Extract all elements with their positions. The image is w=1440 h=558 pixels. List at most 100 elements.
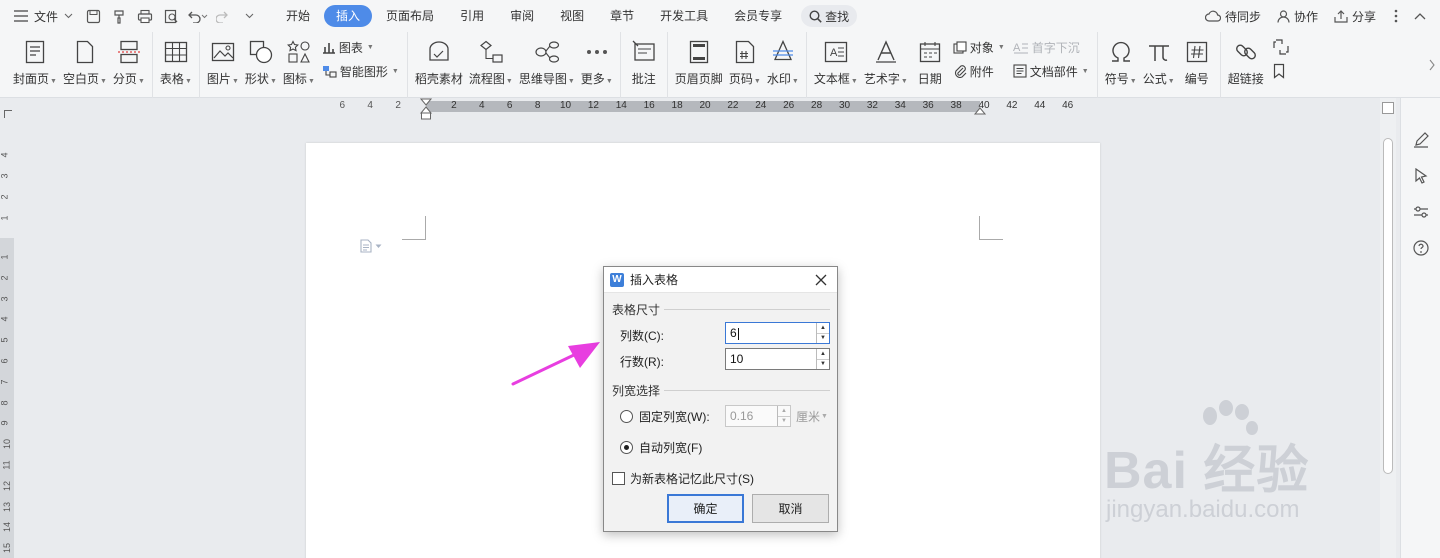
numbering-button[interactable]: 编号: [1178, 32, 1216, 98]
ruler-tick: 12: [587, 100, 599, 111]
tab-4[interactable]: 审阅: [498, 5, 546, 27]
cancel-button[interactable]: 取消: [752, 494, 829, 523]
fixed-width-radio-circle[interactable]: [620, 410, 633, 423]
pointer-icon[interactable]: [1411, 166, 1431, 186]
page-number-button[interactable]: 页码▼: [726, 32, 764, 98]
ruler-tick: 44: [1034, 100, 1046, 111]
tab-1[interactable]: 插入: [324, 5, 373, 27]
bookmark-icon[interactable]: [1273, 62, 1289, 80]
columns-up-arrow[interactable]: ▲: [817, 323, 829, 334]
undo-icon[interactable]: [185, 4, 209, 28]
symbol-button[interactable]: 符号▼: [1102, 32, 1140, 98]
vertical-scrollbar[interactable]: [1380, 98, 1396, 558]
columns-input[interactable]: 6: [726, 326, 816, 340]
header-footer-button[interactable]: 页眉页脚: [672, 32, 726, 98]
date-button[interactable]: 日期: [911, 32, 949, 98]
horizontal-ruler[interactable]: 6 4 2 2 4 6 8 10 12 14 16 18 20 22 24 26 28 30 32 34 36 38 40 4…: [0, 98, 1400, 120]
more-options-icon[interactable]: [1384, 9, 1408, 23]
omega-icon: [1108, 38, 1134, 66]
doc-part-button[interactable]: 文档部件 ▼: [1013, 62, 1089, 80]
print-preview-icon[interactable]: [159, 4, 183, 28]
paragraph-layout-button[interactable]: [360, 239, 382, 253]
picture-button[interactable]: 图片▼: [204, 32, 242, 98]
tab-0[interactable]: 开始: [274, 5, 322, 27]
chevron-down-icon: [375, 244, 382, 248]
file-menu[interactable]: 文件: [0, 0, 81, 32]
smartart-button[interactable]: 智能图形 ▼: [322, 62, 399, 80]
share-button[interactable]: 分享: [1326, 8, 1384, 25]
remember-size-check-box[interactable]: [612, 472, 625, 485]
object-button[interactable]: 对象 ▼: [953, 38, 1005, 56]
scrollbar-top-button[interactable]: [1382, 102, 1394, 114]
close-icon[interactable]: [813, 272, 829, 288]
watermark-button[interactable]: 水印▼: [764, 32, 802, 98]
sync-button[interactable]: 待同步: [1197, 8, 1269, 25]
more-button[interactable]: 更多▼: [578, 32, 616, 98]
ruler-tick: 4: [367, 100, 373, 111]
comment-label: 批注: [631, 72, 656, 86]
fixed-width-label: 固定列宽(W):: [639, 410, 710, 424]
auto-width-radio[interactable]: 自动列宽(F): [620, 439, 702, 456]
sliders-icon[interactable]: [1411, 202, 1431, 222]
formula-label: 公式: [1142, 72, 1167, 86]
pen-icon[interactable]: [1411, 130, 1431, 150]
remember-size-checkbox[interactable]: 为新表格记忆此尺寸(S): [612, 470, 754, 487]
tab-6[interactable]: 章节: [598, 5, 646, 27]
symbol-label: 符号: [1104, 72, 1129, 86]
hyperlink-button[interactable]: 超链接: [1225, 32, 1267, 98]
customize-chevron-icon[interactable]: [237, 4, 261, 28]
print-icon[interactable]: [133, 4, 157, 28]
tab-5[interactable]: 视图: [548, 5, 596, 27]
watermark-url-text: jingyan.baidu.com: [1106, 496, 1300, 523]
ruler-tick: 42: [1006, 100, 1018, 111]
columns-stepper[interactable]: 6 ▲ ▼: [725, 322, 830, 344]
search-box[interactable]: 查找: [801, 5, 858, 27]
svg-text:A: A: [1013, 42, 1021, 54]
table-button[interactable]: 表格▼: [157, 32, 195, 98]
formula-button[interactable]: 公式▼: [1140, 32, 1178, 98]
flowchart-button[interactable]: 流程图▼: [466, 32, 516, 98]
vruler-tick: 14: [2, 522, 13, 533]
indent-marker-icon[interactable]: [420, 98, 432, 120]
tab-7[interactable]: 开发工具: [648, 5, 720, 27]
wordart-button[interactable]: 艺术字▼: [861, 32, 911, 98]
tab-2[interactable]: 页面布局: [374, 5, 446, 27]
ruler-tick: 10: [559, 100, 572, 111]
textbox-button[interactable]: A 文本框▼: [811, 32, 861, 98]
vruler-tick: 8: [0, 400, 10, 406]
chart-button[interactable]: 图表 ▼: [322, 38, 399, 56]
cover-page-button[interactable]: 封面页▼: [10, 32, 60, 98]
redo-icon[interactable]: [211, 4, 235, 28]
tab-3[interactable]: 引用: [448, 5, 496, 27]
icon-library-button[interactable]: 图标▼: [280, 32, 318, 98]
scrollbar-thumb[interactable]: [1383, 138, 1393, 474]
margin-corner-top-right: [979, 216, 1003, 240]
drop-cap-button[interactable]: A 首字下沉: [1013, 38, 1089, 56]
material-button[interactable]: 稻壳素材: [412, 32, 466, 98]
ok-button[interactable]: 确定: [667, 494, 744, 523]
format-painter-icon[interactable]: [107, 4, 131, 28]
comment-button[interactable]: 批注: [625, 32, 663, 98]
ribbon-scroll-right-icon[interactable]: [1428, 58, 1438, 78]
page-break-button[interactable]: 分页▼: [110, 32, 148, 98]
tab-8[interactable]: 会员专享: [722, 5, 794, 27]
attachment-button[interactable]: 附件: [953, 62, 1005, 80]
fixed-width-radio[interactable]: 固定列宽(W):: [620, 408, 710, 425]
help-icon[interactable]: [1411, 238, 1431, 258]
auto-width-radio-circle[interactable]: [620, 441, 633, 454]
blank-page-button[interactable]: 空白页▼: [60, 32, 110, 98]
cross-reference-icon[interactable]: [1273, 38, 1289, 56]
vertical-ruler[interactable]: 4 3 2 1 1 2 3 4 5 6 7 8 9 10 11 12 13 14 15: [0, 120, 16, 558]
hamburger-icon: [14, 10, 28, 22]
rows-input[interactable]: 10: [726, 352, 816, 366]
collapse-ribbon-icon[interactable]: [1408, 12, 1440, 20]
columns-down-arrow[interactable]: ▼: [817, 334, 829, 344]
shape-button[interactable]: 形状▼: [242, 32, 280, 98]
rows-up-arrow[interactable]: ▲: [817, 349, 829, 360]
save-icon[interactable]: [81, 4, 105, 28]
ruler-tick: 18: [671, 100, 683, 111]
rows-down-arrow[interactable]: ▼: [817, 360, 829, 370]
rows-stepper[interactable]: 10 ▲ ▼: [725, 348, 830, 370]
collab-button[interactable]: 协作: [1269, 8, 1326, 25]
mindmap-button[interactable]: 思维导图▼: [516, 32, 578, 98]
